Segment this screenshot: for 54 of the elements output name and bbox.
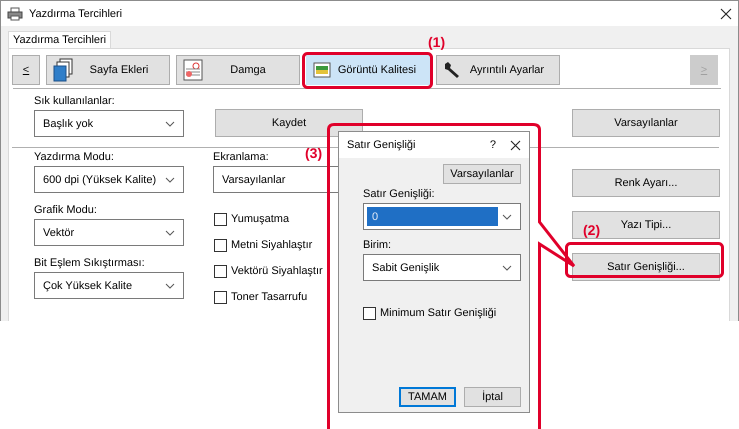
step-number: (3) [305, 145, 322, 161]
checkbox-label: Metni Siyahlaştır [231, 239, 312, 251]
field-label: Satır Genişliği: [363, 188, 436, 200]
chevron-down-icon [165, 282, 175, 288]
ok-button[interactable]: TAMAM [399, 387, 456, 407]
checkbox[interactable] [214, 290, 227, 304]
dropdown[interactable]: Sabit Genişlik [363, 254, 521, 281]
defaults-button[interactable]: Varsayılanlar [572, 109, 720, 137]
chevron-down-icon [165, 120, 175, 126]
toolbar-tab[interactable]: Damga [176, 55, 300, 85]
document-icon [183, 59, 203, 81]
checkbox[interactable] [363, 306, 376, 320]
checkbox[interactable] [214, 264, 227, 278]
checkbox-label: Toner Tasarrufu [231, 291, 308, 303]
toolbar-tab[interactable]: Sayfa Ekleri [46, 55, 170, 85]
window-title: Yazdırma Tercihleri [29, 8, 124, 20]
previous-button[interactable]: < [12, 55, 40, 85]
settings-button[interactable]: Renk Ayarı... [572, 169, 720, 197]
field-label: Yazdırma Modu: [34, 151, 114, 163]
defaults-button[interactable]: Varsayılanlar [443, 164, 521, 184]
wrench-icon [443, 61, 461, 79]
toolbar-tab[interactable]: Görüntü Kalitesi [306, 55, 430, 85]
close-icon[interactable] [510, 140, 521, 150]
dropdown[interactable]: Başlık yok [34, 110, 184, 137]
dropdown[interactable]: 0 [363, 203, 521, 230]
checkbox-label: Yumuşatma [231, 213, 290, 225]
toolbar-tab[interactable]: Ayrıntılı Ayarlar [436, 55, 560, 85]
tab[interactable]: Yazdırma Tercihleri [8, 31, 112, 48]
step-number: (1) [428, 34, 446, 50]
field-label: Birim: [363, 239, 392, 251]
dropdown[interactable]: Çok Yüksek Kalite [34, 272, 184, 299]
checkbox-label: Vektörü Siyahlaştır [231, 265, 323, 277]
dropdown[interactable]: 600 dpi (Yüksek Kalite) [34, 166, 184, 193]
help-button[interactable]: ? [490, 139, 496, 151]
chevron-down-icon [502, 214, 512, 220]
pages-icon [53, 58, 75, 82]
cancel-button[interactable]: İptal [464, 387, 521, 407]
save-button[interactable]: Kaydet [215, 109, 363, 137]
field-label: Ekranlama: [213, 151, 269, 163]
checkbox-label: Minimum Satır Genişliği [380, 307, 496, 319]
printer-icon [7, 6, 23, 20]
dropdown[interactable]: Vektör [34, 219, 184, 246]
close-icon[interactable] [720, 8, 732, 20]
chevron-down-icon [165, 176, 175, 182]
step-number: (2) [583, 222, 600, 238]
checkbox[interactable] [214, 238, 227, 252]
field-label: Grafik Modu: [34, 204, 97, 216]
chevron-down-icon [165, 230, 175, 236]
checkbox[interactable] [214, 212, 227, 226]
field-label: Sık kullanılanlar: [34, 95, 115, 107]
field-label: Bit Eşlem Sıkıştırması: [34, 257, 145, 269]
chevron-down-icon [502, 264, 512, 270]
dialog-title: Satır Genişliği [347, 139, 416, 151]
picture-icon [313, 62, 331, 78]
